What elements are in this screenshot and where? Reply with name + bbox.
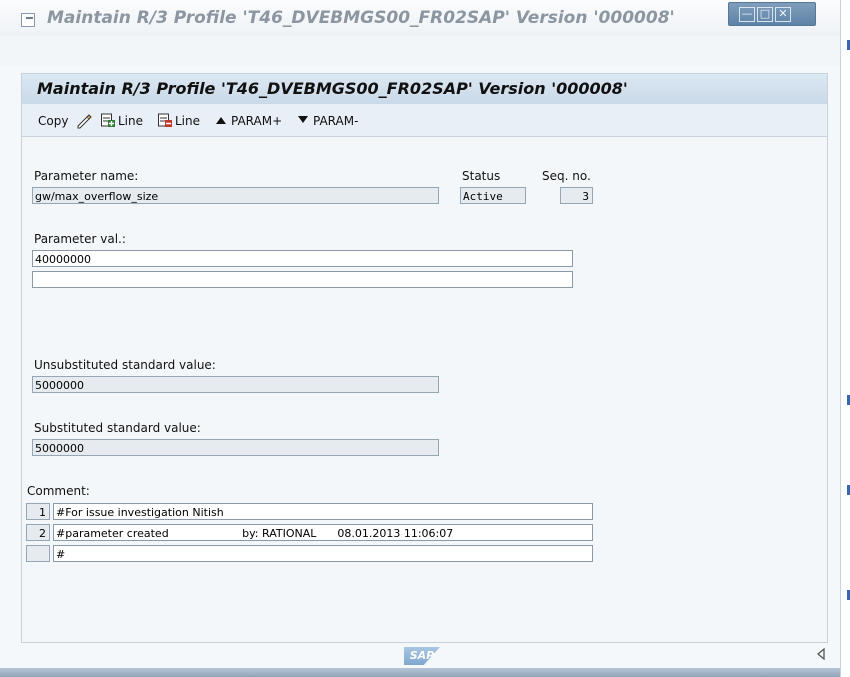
window-menu-icon[interactable] <box>21 13 35 27</box>
status-bar-toggle-icon[interactable] <box>816 648 826 660</box>
parameter-value-input-2[interactable] <box>32 271 573 288</box>
background-window-edge <box>842 0 850 677</box>
triangle-down-icon <box>298 116 308 123</box>
window-controls: — □ ✕ <box>728 2 816 26</box>
application-toolbar: Copy Line Line PARAM+ PARAM- <box>22 104 827 137</box>
triangle-up-icon <box>216 117 226 124</box>
seq-no-field: 3 <box>560 187 593 204</box>
insert-line-label: Line <box>118 114 144 128</box>
substituted-value-label: Substituted standard value: <box>34 421 201 435</box>
status-label: Status <box>462 169 501 183</box>
comment-row-number: 2 <box>26 524 50 541</box>
main-panel: Maintain R/3 Profile 'T46_DVEBMGS00_FR02… <box>21 73 828 643</box>
comment-line-3[interactable]: # <box>53 545 593 562</box>
screen-title-bar: Maintain R/3 Profile 'T46_DVEBMGS00_FR02… <box>22 74 827 104</box>
copy-button[interactable]: Copy <box>38 114 68 128</box>
unsubstituted-value-label: Unsubstituted standard value: <box>34 358 216 372</box>
close-button[interactable]: ✕ <box>775 7 791 22</box>
screen-title: Maintain R/3 Profile 'T46_DVEBMGS00_FR02… <box>37 79 628 98</box>
status-field: Active <box>460 187 526 204</box>
comment-label: Comment: <box>27 484 90 498</box>
comment-line-1[interactable]: #For issue investigation Nitish <box>53 503 593 520</box>
param-minus-label: PARAM- <box>313 114 359 128</box>
minimize-button[interactable]: — <box>739 7 755 22</box>
parameter-name-field: gw/max_overflow_size <box>32 187 439 204</box>
display-change-icon[interactable] <box>76 113 92 129</box>
standard-toolbar: ▼ ? <box>0 36 840 97</box>
parameter-value-label: Parameter val.: <box>34 232 126 246</box>
delete-line-icon <box>158 113 172 127</box>
status-bar <box>0 668 840 677</box>
substituted-value-field: 5000000 <box>32 439 439 456</box>
comment-row-number: 1 <box>26 503 50 520</box>
unsubstituted-value-field: 5000000 <box>32 376 439 393</box>
comment-line-2[interactable]: #parameter created by: RATIONAL 08.01.20… <box>53 524 593 541</box>
comment-row-number <box>26 545 50 562</box>
param-plus-label: PARAM+ <box>231 114 283 128</box>
sap-logo: SAP <box>404 647 440 665</box>
sap-window: Maintain R/3 Profile 'T46_DVEBMGS00_FR02… <box>0 0 841 677</box>
parameter-name-label: Parameter name: <box>34 169 139 183</box>
parameter-value-input-1[interactable]: 40000000 <box>32 250 573 267</box>
maximize-button[interactable]: □ <box>757 7 773 22</box>
window-title: Maintain R/3 Profile 'T46_DVEBMGS00_FR02… <box>47 8 675 28</box>
title-bar: Maintain R/3 Profile 'T46_DVEBMGS00_FR02… <box>0 0 840 36</box>
seq-no-label: Seq. no. <box>542 169 591 183</box>
insert-line-icon <box>101 113 115 127</box>
delete-line-label: Line <box>175 114 201 128</box>
